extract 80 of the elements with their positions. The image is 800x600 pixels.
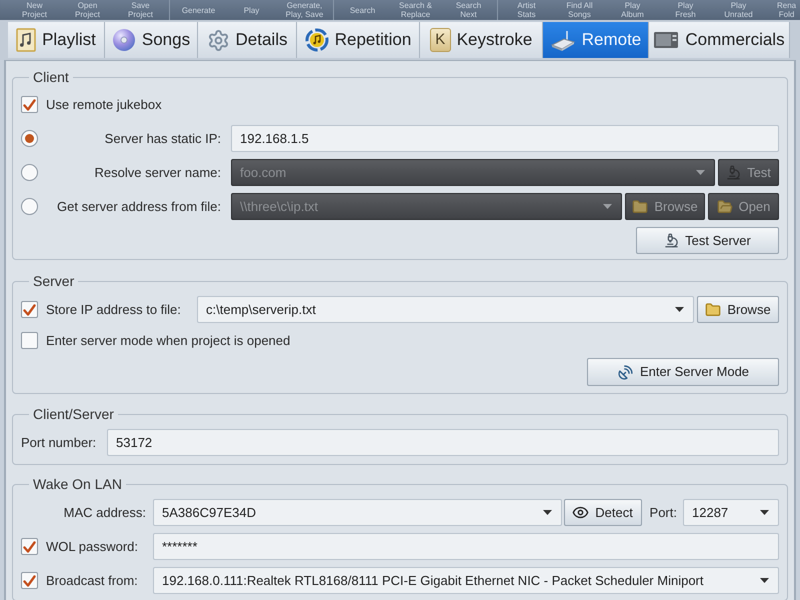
toolbar-button[interactable]: Play Unrated — [712, 0, 765, 20]
microscope-icon — [726, 165, 742, 180]
radio-button[interactable] — [21, 164, 38, 181]
toolbar-button[interactable]: Rena Fold — [765, 0, 800, 20]
caret-icon — [675, 307, 684, 312]
tab[interactable]: Repetition — [297, 22, 420, 58]
enter-server-mode-button[interactable]: Enter Server Mode — [587, 358, 779, 386]
group-title: Wake On LAN — [32, 475, 123, 493]
checkbox[interactable] — [21, 301, 38, 318]
field-label: Port: — [650, 504, 677, 522]
dropdown-field[interactable]: 192.168.0.111:Realtek RTL8168/8111 PCI-E Gigabit Ethernet NIC - Packet Scheduler Miniport — [153, 567, 779, 594]
radio-button[interactable] — [21, 198, 38, 215]
radio-label: Server has static IP: — [104, 130, 221, 148]
music-file-icon — [16, 28, 36, 52]
tab[interactable]: Commercials — [649, 22, 790, 58]
toolbar-button[interactable]: Find All Songs — [553, 0, 606, 20]
toolbar-button[interactable]: Search — [336, 0, 389, 20]
tv-icon — [653, 30, 680, 50]
field-label: MAC address: — [62, 504, 146, 522]
tab[interactable]: Songs — [105, 22, 198, 58]
caret-icon — [760, 578, 769, 583]
folder-icon — [632, 198, 648, 214]
caret-icon — [603, 204, 612, 209]
port-field[interactable]: 53172 — [107, 429, 779, 456]
folder-icon — [705, 302, 722, 318]
toolbar-button[interactable]: Generate, Play, Save — [278, 0, 331, 20]
repeat-music-icon — [304, 28, 329, 52]
checkbox-label: Use remote jukebox — [46, 96, 162, 114]
group-title: Client/Server — [32, 405, 115, 423]
test-server-button[interactable]: Test Server — [636, 227, 779, 254]
text-field[interactable]: 192.168.1.5 — [231, 125, 779, 152]
group-title: Client — [32, 68, 70, 86]
toolbar-button[interactable]: Save Project — [114, 0, 167, 20]
detect-button[interactable]: Detect — [564, 499, 642, 526]
open-folder-icon — [716, 198, 733, 214]
tab[interactable]: K Keystroke — [420, 22, 543, 58]
checkbox[interactable] — [21, 332, 38, 349]
password-field[interactable]: ******* — [153, 533, 779, 560]
check-icon — [23, 574, 36, 586]
group-title: Server — [32, 272, 76, 290]
eye-icon — [572, 504, 590, 521]
gear-icon — [206, 28, 230, 52]
checkbox[interactable] — [21, 538, 38, 555]
toolbar-button[interactable]: Play Fresh — [659, 0, 712, 20]
check-icon — [23, 540, 36, 552]
disc-icon — [112, 28, 136, 52]
check-icon — [23, 98, 36, 110]
tab[interactable]: Remote — [543, 22, 649, 58]
checkbox[interactable] — [21, 96, 38, 113]
router-icon — [550, 29, 576, 51]
toolbar-button[interactable]: Play — [225, 0, 278, 20]
satellite-dish-icon — [616, 364, 634, 380]
toolbar-button[interactable]: Search Next — [442, 0, 495, 20]
toolbar-button[interactable]: Generate — [172, 0, 225, 20]
toolbar-button[interactable]: Open Project — [61, 0, 114, 20]
toolbar-button[interactable]: Play Album — [606, 0, 659, 20]
toolbar-button[interactable]: Search & Replace — [389, 0, 442, 20]
checkbox-label: Store IP address to file: — [46, 300, 182, 319]
key-icon: K — [430, 28, 451, 52]
radio-label: Get server address from file: — [56, 198, 221, 216]
caret-icon — [696, 170, 705, 175]
checkbox-label: Broadcast from: — [46, 572, 139, 590]
caret-icon — [760, 510, 769, 515]
dropdown-field[interactable]: 5A386C97E34D — [153, 499, 562, 526]
radio-button[interactable] — [21, 130, 38, 147]
microscope-icon — [664, 233, 680, 248]
caret-icon — [542, 510, 552, 515]
check-icon — [23, 304, 36, 316]
checkbox-label: Enter server mode when project is opened — [46, 332, 290, 350]
tab[interactable]: Details — [198, 22, 297, 58]
tab[interactable]: Playlist — [8, 22, 105, 58]
radio-label: Resolve server name: — [94, 164, 221, 182]
browse-button[interactable]: Browse — [697, 296, 779, 323]
checkbox[interactable] — [21, 572, 38, 589]
toolbar-button[interactable]: New Project — [8, 0, 61, 20]
toolbar-button[interactable]: Artist Stats — [500, 0, 553, 20]
dropdown-field[interactable]: c:\temp\serverip.txt — [197, 296, 694, 323]
field-label: Port number: — [21, 434, 98, 452]
checkbox-label: WOL password: — [46, 538, 139, 556]
dropdown-field[interactable]: 12287 — [683, 499, 779, 526]
